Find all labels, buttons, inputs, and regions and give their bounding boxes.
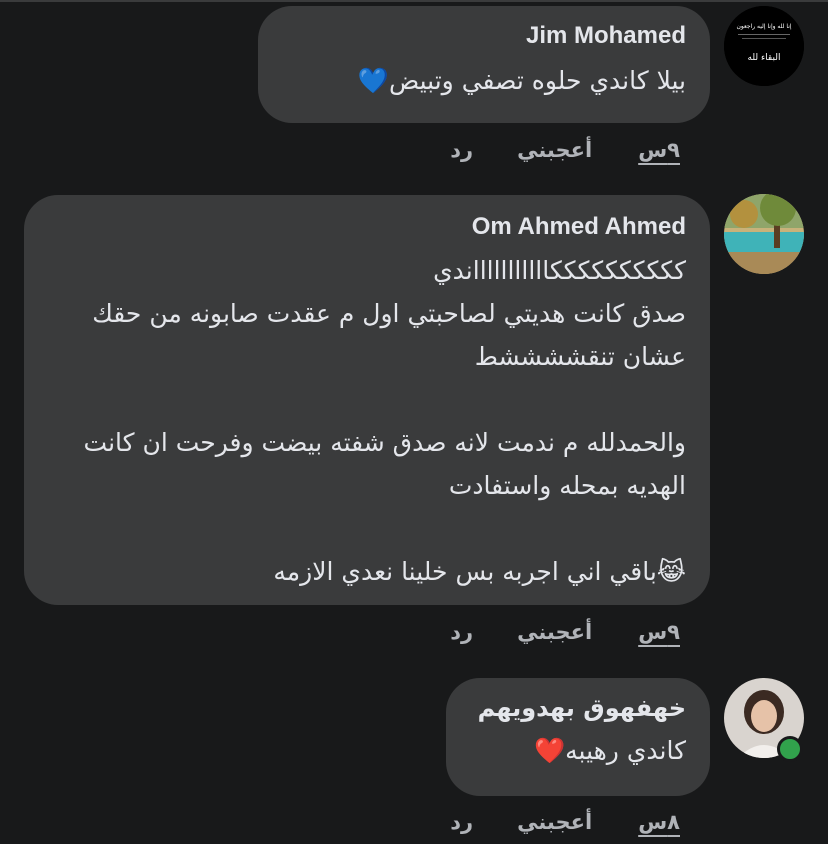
online-status-icon: [777, 736, 803, 762]
comment-author[interactable]: Om Ahmed Ahmed: [48, 213, 686, 241]
comment-author[interactable]: Jim Mohamed: [282, 22, 686, 50]
comment-bubble[interactable]: خهفهوق بهدويهم كاندي رهيبه❤️: [446, 678, 710, 796]
comment-author[interactable]: خهفهوق بهدويهم: [470, 694, 686, 722]
landscape-avatar-icon: [724, 194, 804, 274]
like-button[interactable]: أعجبني: [517, 620, 592, 644]
like-button[interactable]: أعجبني: [517, 138, 592, 162]
top-divider: [0, 0, 828, 2]
comment-actions: ٩س أعجبني رد: [450, 138, 680, 162]
comment-text: كاندي رهيبه❤️: [534, 736, 686, 765]
like-button[interactable]: أعجبني: [517, 810, 592, 834]
avatar[interactable]: إنا لله وإنا إليه راجعون البقاء لله: [724, 6, 804, 86]
comment-time[interactable]: ٨س: [638, 810, 680, 834]
comment-text: ككككككككككاااااااااااندي صدق كانت هديتي …: [83, 256, 686, 586]
reply-button[interactable]: رد: [450, 138, 473, 162]
comment-actions: ٨س أعجبني رد: [450, 810, 680, 834]
comment-bubble[interactable]: Jim Mohamed بيلا كاندي حلوه تصفي وتبيض💙: [258, 6, 710, 123]
comment-text: بيلا كاندي حلوه تصفي وتبيض💙: [357, 66, 686, 95]
comment-time[interactable]: ٩س: [638, 620, 680, 644]
comment-time[interactable]: ٩س: [638, 138, 680, 162]
comment-actions: ٩س أعجبني رد: [450, 620, 680, 644]
condolence-avatar-icon: إنا لله وإنا إليه راجعون البقاء لله: [724, 6, 804, 86]
reply-button[interactable]: رد: [450, 620, 473, 644]
comment-bubble[interactable]: Om Ahmed Ahmed ككككككككككاااااااااااندي …: [24, 195, 710, 605]
avatar-bottom-text: البقاء لله: [748, 53, 781, 63]
reply-button[interactable]: رد: [450, 810, 473, 834]
avatar-top-text: إنا لله وإنا إليه راجعون: [736, 23, 791, 30]
avatar[interactable]: [724, 194, 804, 274]
